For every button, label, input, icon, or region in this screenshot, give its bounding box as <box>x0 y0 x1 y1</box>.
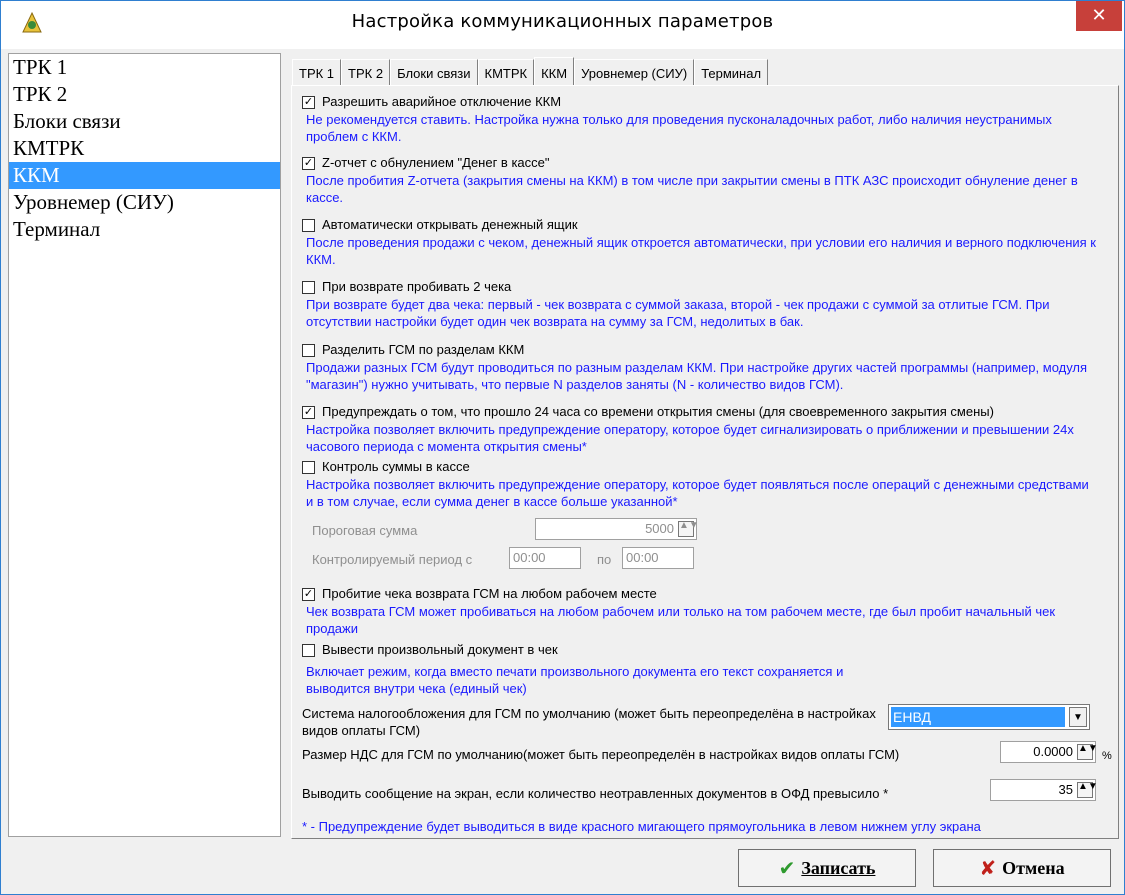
period-label: Контролируемый период с <box>312 552 473 567</box>
doc-in-receipt-desc: Включает режим, когда вместо печати прои… <box>306 664 844 696</box>
settings-window: Настройка коммуникационных параметров ✕ … <box>0 0 1125 895</box>
sidebar-item-level-gauge[interactable]: Уровнемер (СИУ) <box>9 189 280 216</box>
tab-strip: ТРК 1 ТРК 2 Блоки связи КМТРК ККМ Уровне… <box>292 57 769 85</box>
split-fuel-sections-desc: Продажи разных ГСМ будут проводиться по … <box>306 360 1088 392</box>
cash-control-checkbox[interactable] <box>302 461 315 474</box>
cancel-button[interactable]: ✘ Отмена <box>933 849 1111 887</box>
vat-spin-icon[interactable]: ▲▼ <box>1077 744 1098 760</box>
tab-kkm[interactable]: ККМ <box>534 57 575 85</box>
tab-trk1[interactable]: ТРК 1 <box>292 59 342 85</box>
sidebar-item-kmtrk[interactable]: КМТРК <box>9 135 280 162</box>
emergency-disable-desc: Не рекомендуется ставить. Настройка нужн… <box>306 112 1052 144</box>
footnote: * - Предупреждение будет выводиться в ви… <box>302 819 981 834</box>
24h-warning-checkbox[interactable]: ✓ <box>302 406 315 419</box>
two-receipts-label: При возврате пробивать 2 чека <box>322 279 512 294</box>
emergency-disable-checkbox[interactable]: ✓ <box>302 96 315 109</box>
chevron-down-icon[interactable]: ▼ <box>1069 707 1087 727</box>
sidebar-item-trk1[interactable]: ТРК 1 <box>9 54 280 81</box>
doc-in-receipt-label: Вывести произвольный документ в чек <box>322 642 558 657</box>
z-report-reset-desc: После пробития Z-отчета (закрытия смены … <box>306 173 1078 205</box>
period-to-value: 00:00 <box>626 550 659 565</box>
auto-cash-drawer-desc: После проведения продажи с чеком, денежн… <box>306 235 1096 267</box>
vat-input[interactable]: 0.0000 ▲▼ <box>1000 741 1098 763</box>
period-to-label: по <box>597 552 612 567</box>
ofd-value: 35 <box>1058 782 1073 797</box>
sidebar-item-terminal[interactable]: Терминал <box>9 216 280 243</box>
section-list: ТРК 1 ТРК 2 Блоки связи КМТРК ККМ Уровне… <box>8 53 281 837</box>
z-report-reset-label: Z-отчет с обнулением "Денег в кассе" <box>322 155 550 170</box>
threshold-value: 5000 <box>645 521 674 536</box>
tab-trk2[interactable]: ТРК 2 <box>341 59 391 85</box>
checkmark-icon: ✔ <box>778 856 796 880</box>
cash-control-label: Контроль суммы в кассе <box>322 459 470 474</box>
period-to-input[interactable]: 00:00 <box>622 547 694 569</box>
return-any-workplace-checkbox[interactable]: ✓ <box>302 588 315 601</box>
tab-comm-blocks[interactable]: Блоки связи <box>390 59 478 85</box>
return-any-workplace-label: Пробитие чека возврата ГСМ на любом рабо… <box>322 586 657 601</box>
cash-control-desc: Настройка позволяет включить предупрежде… <box>306 477 1089 509</box>
split-fuel-sections-checkbox[interactable] <box>302 344 315 357</box>
save-button[interactable]: ✔ Записать <box>738 849 916 887</box>
sidebar-item-kkm[interactable]: ККМ <box>9 162 280 189</box>
threshold-input[interactable]: 5000 ▲▼ <box>535 518 699 540</box>
tab-terminal[interactable]: Терминал <box>694 59 769 85</box>
close-button[interactable]: ✕ <box>1076 1 1122 31</box>
24h-warning-desc: Настройка позволяет включить предупрежде… <box>306 422 1074 454</box>
z-report-reset-checkbox[interactable]: ✓ <box>302 157 315 170</box>
doc-in-receipt-checkbox[interactable] <box>302 644 315 657</box>
threshold-spin-icon[interactable]: ▲▼ <box>678 521 699 537</box>
tab-level-gauge[interactable]: Уровнемер (СИУ) <box>574 59 695 85</box>
tax-system-select[interactable]: ЕНВД ▼ <box>888 704 1090 730</box>
sidebar-item-trk2[interactable]: ТРК 2 <box>9 81 280 108</box>
return-any-workplace-desc: Чек возврата ГСМ может пробиваться на лю… <box>306 604 1056 636</box>
cancel-button-label: Отмена <box>1002 857 1065 878</box>
period-from-input[interactable]: 00:00 <box>509 547 581 569</box>
vat-value: 0.0000 <box>1033 744 1073 759</box>
cross-icon: ✘ <box>979 856 997 880</box>
threshold-label: Пороговая сумма <box>312 523 418 538</box>
auto-cash-drawer-checkbox[interactable] <box>302 219 315 232</box>
vat-unit: % <box>1102 750 1112 762</box>
period-from-value: 00:00 <box>513 550 546 565</box>
ofd-input[interactable]: 35 ▲▼ <box>990 779 1098 801</box>
kkm-settings-panel: ✓ Разрешить аварийное отключение ККМ Не … <box>291 85 1119 839</box>
ofd-spin-icon[interactable]: ▲▼ <box>1077 782 1098 798</box>
two-receipts-checkbox[interactable] <box>302 281 315 294</box>
emergency-disable-label: Разрешить аварийное отключение ККМ <box>322 94 562 109</box>
auto-cash-drawer-label: Автоматически открывать денежный ящик <box>322 217 578 232</box>
vat-label: Размер НДС для ГСМ по умолчанию(может бы… <box>302 747 900 762</box>
split-fuel-sections-label: Разделить ГСМ по разделам ККМ <box>322 342 525 357</box>
tax-system-value: ЕНВД <box>891 707 1065 727</box>
tax-system-label: Система налогообложения для ГСМ по умолч… <box>302 706 876 738</box>
window-title: Настройка коммуникационных параметров <box>351 11 774 32</box>
ofd-label: Выводить сообщение на экран, если количе… <box>302 786 889 801</box>
tab-kmtrk[interactable]: КМТРК <box>477 59 535 85</box>
title-bar: Настройка коммуникационных параметров ✕ <box>1 1 1124 49</box>
save-button-label: Записать <box>801 857 876 878</box>
two-receipts-desc: При возврате будет два чека: первый - че… <box>306 297 1050 329</box>
sidebar-item-comm-blocks[interactable]: Блоки связи <box>9 108 280 135</box>
24h-warning-label: Предупреждать о том, что прошло 24 часа … <box>322 404 994 419</box>
